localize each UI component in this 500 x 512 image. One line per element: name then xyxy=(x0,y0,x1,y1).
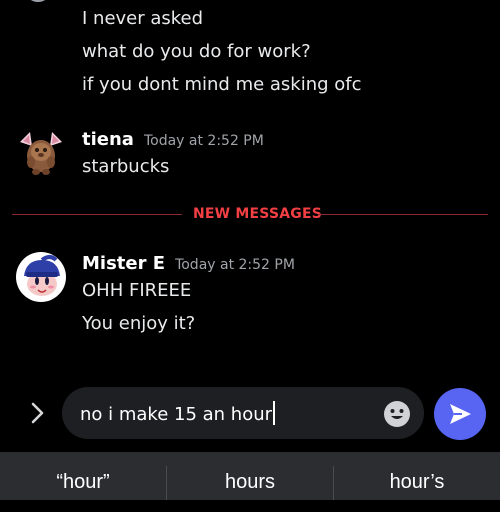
tiena-avatar-image xyxy=(20,132,62,175)
send-arrow-icon xyxy=(450,404,471,424)
divider-line-left xyxy=(12,214,182,215)
message-line: I never asked xyxy=(82,8,204,29)
send-button[interactable] xyxy=(434,388,486,440)
avatar-tiena[interactable] xyxy=(16,128,66,178)
message-input-value[interactable]: no i make 15 an hour xyxy=(80,401,276,425)
message-line: what do you do for work? xyxy=(82,41,311,62)
message-input-text: no i make 15 an hour xyxy=(80,404,273,425)
username[interactable]: tiena xyxy=(82,129,134,150)
timestamp: Today at 2:52 PM xyxy=(175,257,295,273)
suggestion-item[interactable]: hour’s xyxy=(334,452,500,500)
message-header-mister-e: Mister E Today at 2:52 PM xyxy=(82,253,295,274)
chevron-right-icon[interactable] xyxy=(28,400,48,426)
username[interactable]: Mister E xyxy=(82,253,165,274)
emoji-glyph xyxy=(384,401,410,427)
emoji-smile-icon[interactable] xyxy=(383,400,411,428)
chevron-right-glyph xyxy=(31,402,44,424)
message-line: OHH FIREEE xyxy=(82,280,192,301)
new-messages-divider: NEW MESSAGES xyxy=(193,206,323,222)
message-line: You enjoy it? xyxy=(82,313,196,334)
timestamp: Today at 2:52 PM xyxy=(143,133,264,149)
divider-line-right xyxy=(318,214,488,215)
suggestion-item[interactable]: hours xyxy=(167,452,333,500)
message-line: if you dont mind me asking ofc xyxy=(82,74,362,95)
avatar-previous-user[interactable] xyxy=(26,0,50,2)
mister-e-avatar-image xyxy=(24,255,60,296)
message-header-tiena: tiena Today at 2:52 PM xyxy=(82,129,264,150)
message-line: starbucks xyxy=(82,156,170,177)
suggestion-item[interactable]: “hour” xyxy=(0,452,166,500)
text-caret xyxy=(273,401,276,425)
avatar-mister-e[interactable] xyxy=(16,252,66,302)
